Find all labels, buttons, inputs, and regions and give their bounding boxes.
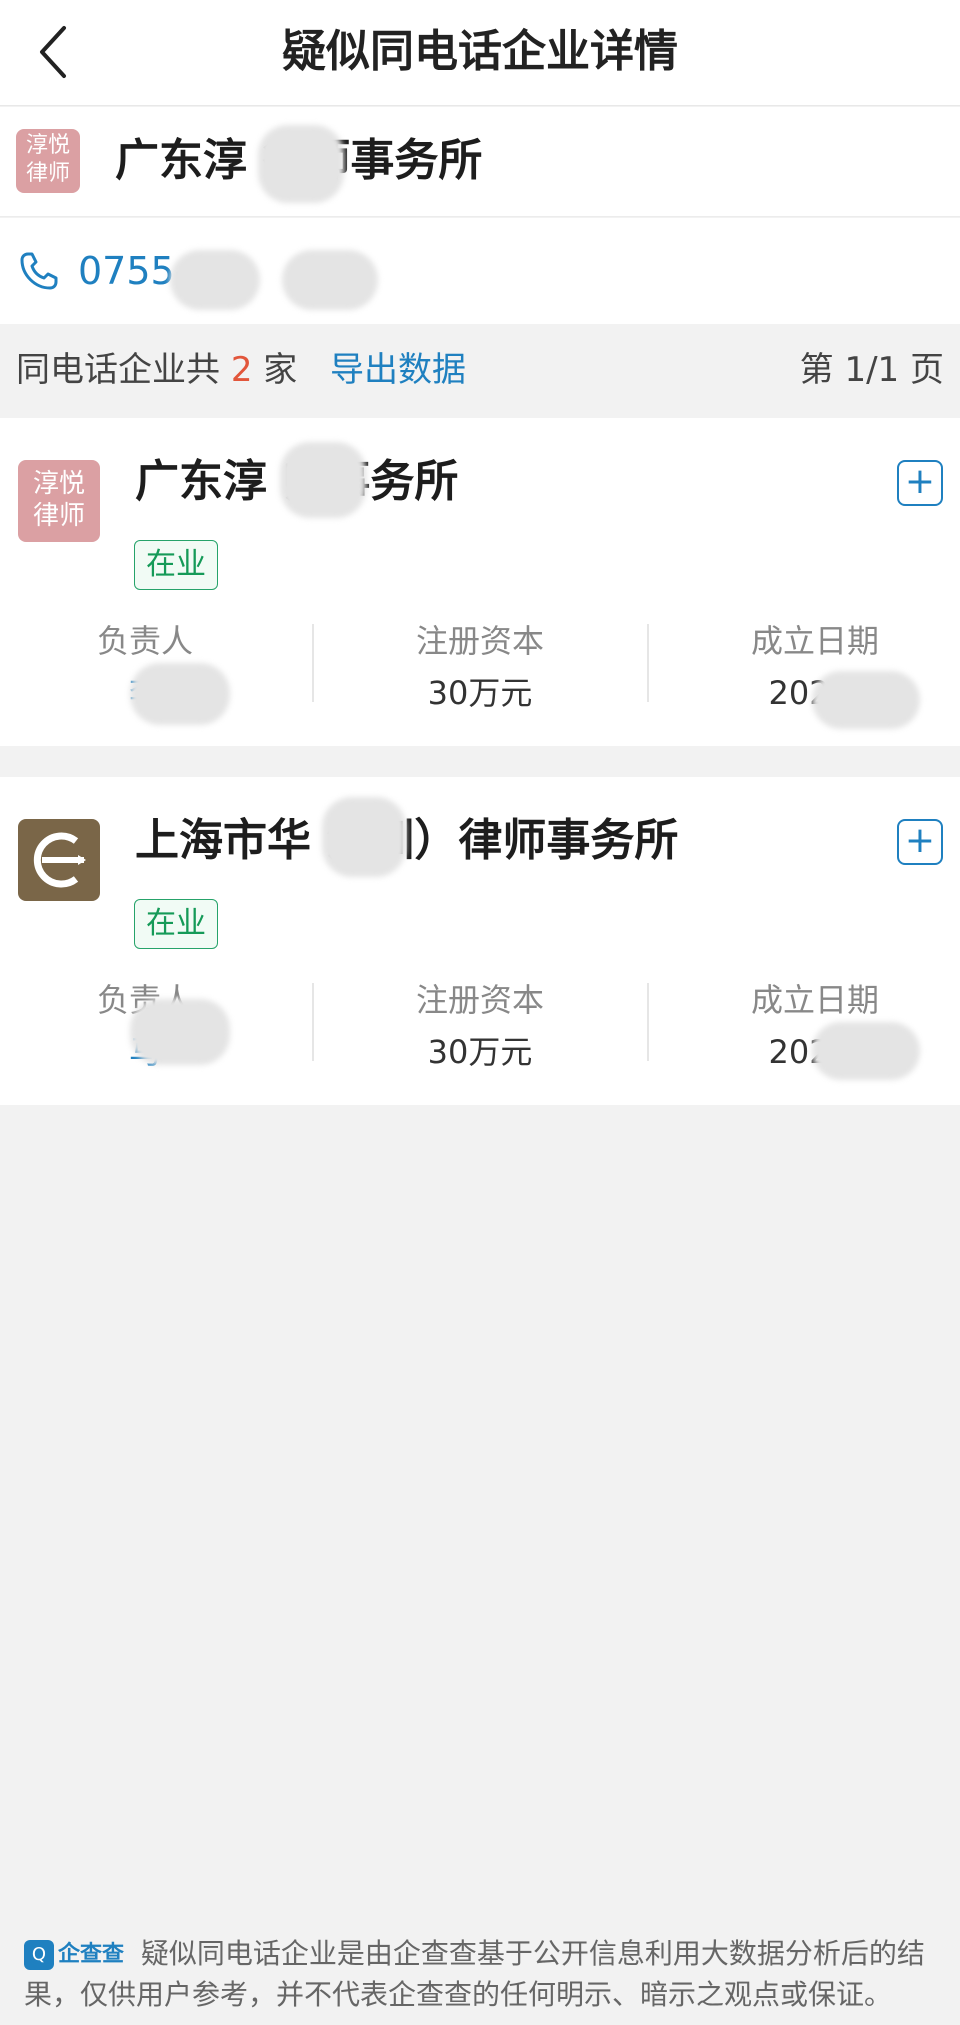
status-badge: 在业 [134,540,218,590]
stat-registered-capital: 注册资本 30万元 [320,977,640,1075]
divider [647,624,649,702]
divider [312,983,314,1061]
page-indicator: 第 1/1 页 [799,350,944,390]
status-badge: 在业 [134,899,218,949]
company-card[interactable]: 上海市华 深圳）律师事务所 + 在业 负责人 马 注册资本 30万元 成立日期 … [0,777,960,1105]
qcc-logo-icon: Q [24,1940,54,1970]
company-logo: 淳悦 律师 [18,460,100,542]
redaction-blur [280,442,366,518]
company-logo: 淳悦 律师 [16,129,80,193]
stat-label: 成立日期 [750,981,879,1019]
source-company-row[interactable]: 淳悦 律师 广东淳 律师事务所 [0,107,960,217]
divider [312,624,314,702]
disclaimer-text: 疑似同电话企业是由企查查基于公开信息利用大数据分析后的结果，仅供用户参考，并不代… [24,1937,925,2011]
stat-label: 成立日期 [750,622,879,660]
redaction-blur [258,125,344,203]
redaction-blur [282,250,378,310]
summary-count: 2 [230,350,253,390]
stat-registered-capital: 注册资本 30万元 [320,618,640,716]
stat-label: 注册资本 [415,622,544,660]
stat-label: 负责人 [96,622,193,660]
disclaimer-footer: Q 企查查 疑似同电话企业是由企查查基于公开信息利用大数据分析后的结果，仅供用户… [24,1934,936,2015]
company-card[interactable]: 淳悦 律师 广东淳 师事务所 + 在业 负责人 李 注册资本 30万元 成立日期… [0,418,960,746]
page-title: 疑似同电话企业详情 [282,26,678,77]
plus-icon: + [904,820,936,861]
company-name[interactable]: 上海市华 深圳）律师事务所 [135,811,678,871]
redaction-blur [170,250,260,310]
phone-icon [20,252,58,290]
redaction-blur [812,1022,920,1080]
law-firm-logo-icon [33,832,86,888]
add-button[interactable]: + [897,819,943,865]
add-button[interactable]: + [897,460,943,506]
plus-icon: + [904,461,936,502]
redaction-blur [130,663,230,725]
summary-suffix: 家 [263,350,298,390]
company-logo [18,819,100,901]
redaction-blur [130,999,230,1065]
summary-text: 同电话企业共 2 家 [16,346,297,394]
divider [647,983,649,1061]
redaction-blur [812,671,920,729]
qcc-brand-text: 企查查 [58,1942,125,1967]
qcc-logo: Q 企查查 [24,1935,124,1975]
redaction-blur [322,797,406,877]
stat-value: 30万元 [427,674,533,712]
stat-label: 注册资本 [415,981,544,1019]
header-bar: 疑似同电话企业详情 [0,0,960,106]
stat-value: 30万元 [427,1033,533,1071]
export-data-link[interactable]: 导出数据 [330,346,466,394]
summary-prefix: 同电话企业共 [16,350,220,390]
